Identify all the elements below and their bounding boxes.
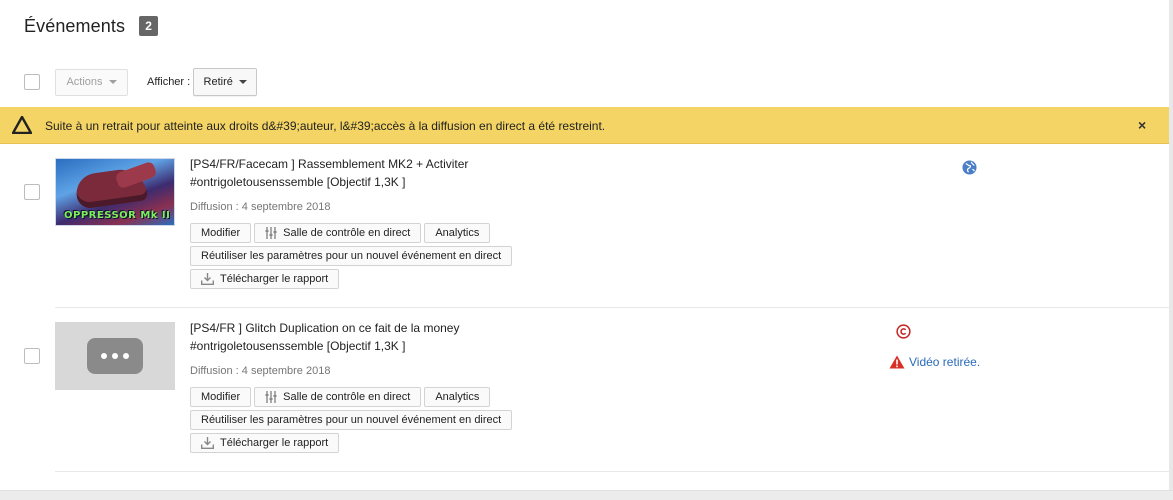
copyright-alert-banner: Suite à un retrait pour atteinte aux dro… [0,107,1169,144]
more-icon [87,338,143,374]
download-icon [201,273,214,285]
event-title[interactable]: [PS4/FR/Facecam ] Rassemblement MK2 + Ac… [190,155,520,191]
sliders-icon [265,391,277,403]
event-row: OPPRESSOR Mk II [PS4/FR/Facecam ] Rassem… [0,145,1169,308]
sliders-icon [265,227,277,239]
warning-triangle-icon [12,116,32,134]
event-actions: Modifier Salle de contrôle en direct Ana… [190,387,491,407]
event-thumbnail[interactable]: OPPRESSOR Mk II [55,158,175,226]
actions-label: Actions [66,76,103,88]
event-checkbox[interactable] [24,348,40,364]
reuse-settings-button[interactable]: Réutiliser les paramètres pour un nouvel… [190,246,513,266]
event-actions: Modifier Salle de contrôle en direct Ana… [190,223,491,243]
event-actions: Réutiliser les paramètres pour un nouvel… [190,410,513,430]
event-title-line: [PS4/FR/Facecam ] Rassemblement MK2 + Ac… [190,157,469,171]
reuse-settings-label: Réutiliser les paramètres pour un nouvel… [201,414,502,426]
select-all-checkbox[interactable] [24,74,40,90]
edit-button[interactable]: Modifier [190,223,252,243]
warning-icon [889,355,905,369]
download-report-button[interactable]: Télécharger le rapport [190,433,340,453]
video-removed-link[interactable]: Vidéo retirée. [909,355,980,369]
event-date: Diffusion : 4 septembre 2018 [190,365,331,377]
edit-button[interactable]: Modifier [190,387,252,407]
thumbnail-text: OPPRESSOR Mk II [64,210,171,221]
download-report-label: Télécharger le rapport [220,437,329,449]
toolbar: Actions Afficher : Retiré [24,68,258,96]
alert-message: Suite à un retrait pour atteinte aux dro… [45,119,606,133]
actions-dropdown[interactable]: Actions [55,68,128,96]
download-report-button[interactable]: Télécharger le rapport [190,269,340,289]
alert-close-button[interactable]: × [1138,117,1146,133]
event-checkbox[interactable] [24,184,40,200]
edit-button-label: Modifier [201,227,241,239]
control-room-label: Salle de contrôle en direct [283,391,411,403]
reuse-settings-button[interactable]: Réutiliser les paramètres pour un nouvel… [190,410,513,430]
analytics-label: Analytics [435,227,480,239]
event-title[interactable]: [PS4/FR ] Glitch Duplication on ce fait … [190,319,520,355]
caret-down-icon [108,80,117,84]
event-actions: Télécharger le rapport [190,433,340,453]
event-row: [PS4/FR ] Glitch Duplication on ce fait … [0,309,1169,472]
copyright-icon [896,324,911,339]
event-date: Diffusion : 4 septembre 2018 [190,201,331,213]
caret-down-icon [238,80,247,84]
control-room-label: Salle de contrôle en direct [283,227,411,239]
analytics-button[interactable]: Analytics [424,387,491,407]
event-title-line: #ontrigoletousenssemble [Objectif 1,3K ] [190,339,406,353]
page-title: Événements [24,15,126,36]
analytics-button[interactable]: Analytics [424,223,491,243]
bottom-bar [0,490,1173,500]
analytics-label: Analytics [435,391,480,403]
control-room-button[interactable]: Salle de contrôle en direct [254,223,422,243]
event-thumbnail[interactable] [55,322,175,390]
row-divider [55,307,1169,308]
event-count-badge: 2 [139,16,159,36]
filter-label: Afficher : [147,76,191,88]
globe-icon [962,160,977,175]
event-actions: Réutiliser les paramètres pour un nouvel… [190,246,513,266]
download-icon [201,437,214,449]
removed-status: Vidéo retirée. [889,355,980,369]
right-border [1169,0,1173,500]
filter-value: Retiré [203,76,233,88]
reuse-settings-label: Réutiliser les paramètres pour un nouvel… [201,250,502,262]
event-title-line: #ontrigoletousenssemble [Objectif 1,3K ] [190,175,406,189]
download-report-label: Télécharger le rapport [220,273,329,285]
page-header: Événements 2 [24,14,159,38]
row-divider [55,471,1169,472]
event-title-line: [PS4/FR ] Glitch Duplication on ce fait … [190,321,460,335]
edit-button-label: Modifier [201,391,241,403]
event-actions: Télécharger le rapport [190,269,340,289]
filter-dropdown[interactable]: Retiré [193,68,258,96]
control-room-button[interactable]: Salle de contrôle en direct [254,387,422,407]
